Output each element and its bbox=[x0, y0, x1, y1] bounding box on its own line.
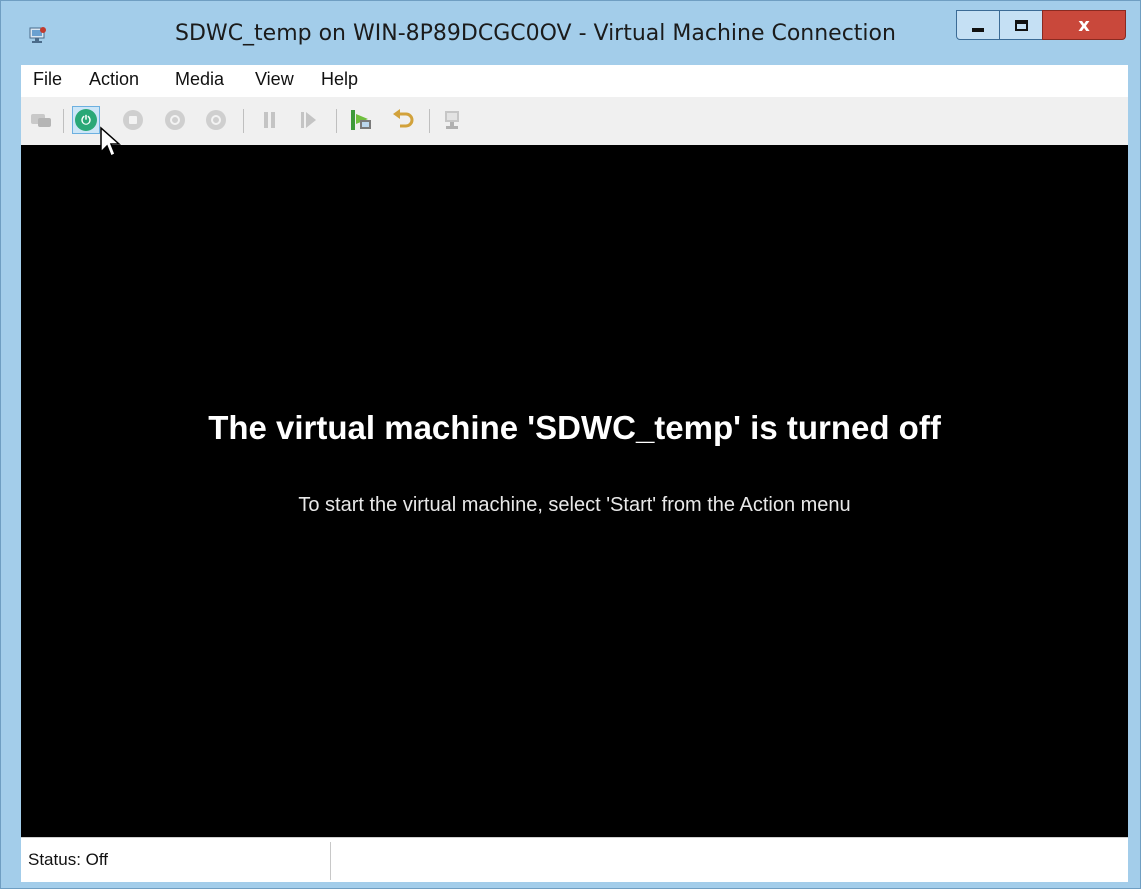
toolbar-separator bbox=[243, 109, 244, 133]
revert-icon bbox=[393, 109, 414, 128]
pause-button[interactable] bbox=[255, 106, 283, 134]
checkpoint-icon bbox=[351, 110, 371, 130]
ctrl-alt-del-icon bbox=[31, 114, 51, 127]
mouse-pointer-icon bbox=[100, 126, 121, 158]
start-button[interactable]: ⏻ bbox=[72, 106, 100, 134]
shut-down-icon bbox=[165, 110, 185, 130]
close-icon: x bbox=[1078, 14, 1090, 36]
resume-button[interactable] bbox=[294, 106, 322, 134]
revert-button[interactable] bbox=[389, 106, 417, 134]
vm-off-heading: The virtual machine 'SDWC_temp' is turne… bbox=[208, 409, 941, 446]
toolbar: ⏻ bbox=[21, 97, 1128, 145]
turn-off-button[interactable] bbox=[119, 106, 147, 134]
minimize-icon bbox=[972, 27, 984, 32]
close-button[interactable]: x bbox=[1042, 10, 1126, 40]
shut-down-button[interactable] bbox=[161, 106, 189, 134]
save-icon bbox=[206, 110, 226, 130]
minimize-button[interactable] bbox=[956, 10, 1000, 40]
start-icon: ⏻ bbox=[75, 109, 97, 131]
title-bar[interactable]: SDWC_temp on WIN-8P89DCGC0OV - Virtual M… bbox=[1, 1, 1140, 65]
status-divider bbox=[330, 842, 331, 880]
turn-off-icon bbox=[123, 110, 143, 130]
menu-media[interactable]: Media bbox=[175, 69, 224, 90]
checkpoint-button[interactable] bbox=[347, 106, 375, 134]
menu-help[interactable]: Help bbox=[321, 69, 358, 90]
vm-display[interactable]: The virtual machine 'SDWC_temp' is turne… bbox=[21, 145, 1128, 837]
maximize-icon bbox=[1014, 19, 1028, 31]
ctrl-alt-del-button[interactable] bbox=[27, 106, 55, 134]
status-bar: Status: Off bbox=[21, 837, 1128, 882]
toolbar-separator bbox=[429, 109, 430, 133]
menu-bar: File Action Media View Help bbox=[21, 65, 1128, 97]
enhanced-session-button[interactable] bbox=[439, 106, 467, 134]
menu-action[interactable]: Action bbox=[89, 69, 139, 90]
vm-start-instruction: To start the virtual machine, select 'St… bbox=[298, 494, 851, 516]
vm-connection-window: SDWC_temp on WIN-8P89DCGC0OV - Virtual M… bbox=[0, 0, 1141, 889]
toolbar-separator bbox=[63, 109, 64, 133]
enhanced-session-icon bbox=[445, 111, 459, 129]
menu-view[interactable]: View bbox=[255, 69, 294, 90]
menu-file[interactable]: File bbox=[33, 69, 62, 90]
status-text: Status: Off bbox=[28, 850, 109, 869]
maximize-button[interactable] bbox=[999, 10, 1043, 40]
resume-icon bbox=[300, 112, 316, 128]
toolbar-separator bbox=[336, 109, 337, 133]
pause-icon bbox=[263, 112, 275, 128]
save-button[interactable] bbox=[202, 106, 230, 134]
